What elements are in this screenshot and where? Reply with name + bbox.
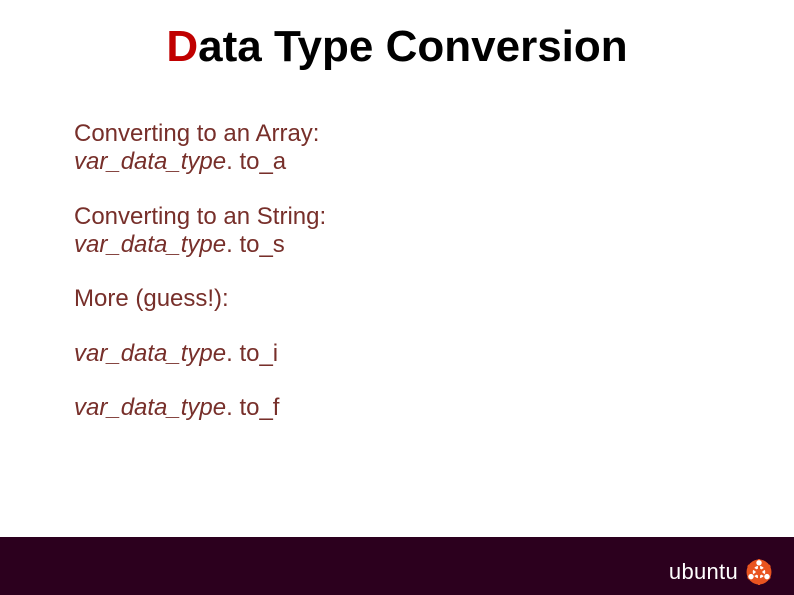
- code-line: var_data_type. to_i: [74, 340, 734, 368]
- code-line: var_data_type. to_f: [74, 394, 734, 422]
- code-var: var_data_type: [74, 340, 226, 367]
- section-block: Converting to an Array: var_data_type. t…: [74, 120, 734, 177]
- section-block: Converting to an String: var_data_type. …: [74, 203, 734, 260]
- title-rest: ata Type Conversion: [198, 22, 628, 71]
- code-block: var_data_type. to_f: [74, 394, 734, 422]
- code-method: . to_f: [226, 394, 279, 421]
- slide: Data Type Conversion Converting to an Ar…: [0, 0, 794, 595]
- title-accent: D: [166, 22, 198, 71]
- section-label: Converting to an Array:: [74, 120, 734, 148]
- code-var: var_data_type: [74, 148, 226, 175]
- code-method: . to_s: [226, 231, 285, 258]
- ubuntu-logo-text: ubuntu: [669, 559, 738, 585]
- code-var: var_data_type: [74, 231, 226, 258]
- code-var: var_data_type: [74, 394, 226, 421]
- code-line: var_data_type. to_s: [74, 231, 734, 259]
- section-label: More (guess!):: [74, 285, 734, 313]
- content-area: Converting to an Array: var_data_type. t…: [74, 120, 734, 448]
- page-title: Data Type Conversion: [0, 22, 794, 72]
- code-method: . to_a: [226, 148, 286, 175]
- ubuntu-circle-of-friends-icon: [746, 559, 772, 585]
- footer-bar: ubuntu: [0, 537, 794, 595]
- code-block: var_data_type. to_i: [74, 340, 734, 368]
- section-block: More (guess!):: [74, 285, 734, 313]
- code-line: var_data_type. to_a: [74, 148, 734, 176]
- section-label: Converting to an String:: [74, 203, 734, 231]
- code-method: . to_i: [226, 340, 278, 367]
- ubuntu-logo: ubuntu: [669, 559, 772, 585]
